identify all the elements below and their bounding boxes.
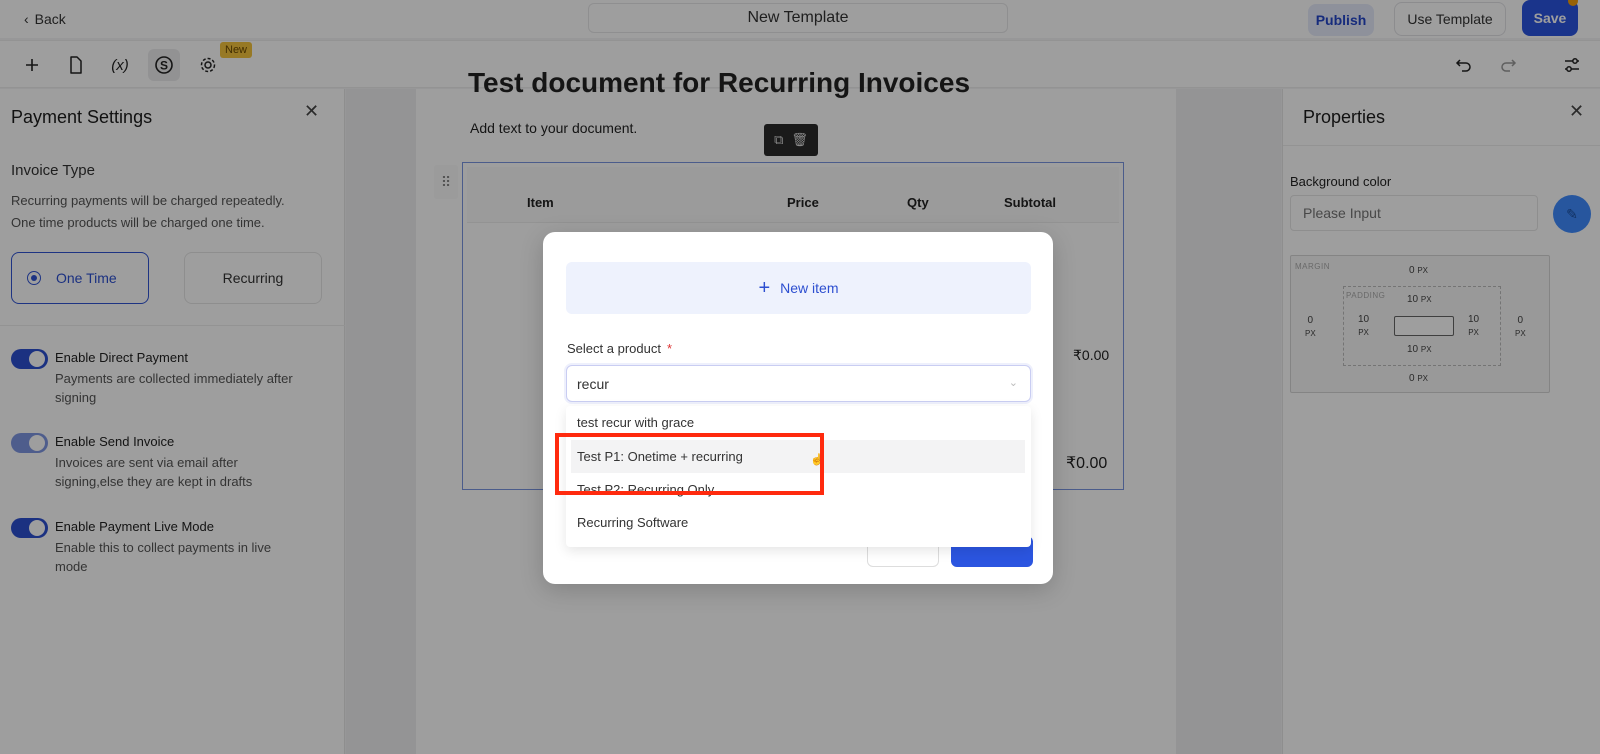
new-item-button[interactable]: + New item: [566, 262, 1031, 314]
required-asterisk: *: [666, 341, 673, 356]
product-select-input[interactable]: recur ⌄: [566, 365, 1031, 402]
dropdown-option[interactable]: Recurring Software: [566, 506, 1031, 539]
new-item-label: New item: [780, 280, 839, 296]
annotation-highlight-box: [555, 433, 824, 495]
add-product-modal: + New item Select a product * recur ⌄ tes…: [543, 232, 1053, 584]
plus-icon: +: [758, 277, 771, 299]
search-value: recur: [577, 375, 609, 392]
label-text: Select a product: [567, 341, 661, 356]
chevron-down-icon: ⌄: [1008, 377, 1018, 389]
select-product-label: Select a product *: [567, 341, 672, 356]
